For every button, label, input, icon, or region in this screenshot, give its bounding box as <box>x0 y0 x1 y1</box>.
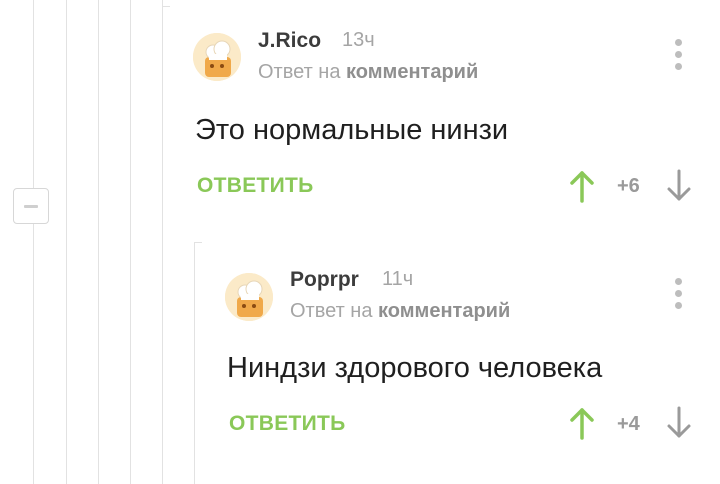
arrow-down-icon[interactable] <box>666 406 692 440</box>
comment-time[interactable]: 13ч <box>342 29 375 52</box>
chef-avatar-icon <box>193 33 241 81</box>
reply-to-link[interactable]: комментарий <box>346 61 478 83</box>
arrow-down-icon[interactable] <box>666 169 692 203</box>
reply-button[interactable]: ОТВЕТИТЬ <box>229 412 346 436</box>
more-vertical-icon[interactable] <box>669 278 689 312</box>
comment-text: Ниндзи здорового человека <box>227 352 603 384</box>
author-name[interactable]: J.Rico <box>258 29 321 53</box>
comment-thread: J.Rico 13ч Ответ на комментарий Это норм… <box>0 0 720 484</box>
reply-to-link[interactable]: комментарий <box>378 300 510 322</box>
reply-to: Ответ на комментарий <box>258 61 478 84</box>
arrow-up-icon[interactable] <box>569 406 595 440</box>
chef-avatar-icon <box>225 273 273 321</box>
reply-button[interactable]: ОТВЕТИТЬ <box>197 174 314 198</box>
reply-to-prefix: Ответ на <box>258 61 341 83</box>
arrow-up-icon[interactable] <box>569 169 595 203</box>
comment: Poprpr 11ч Ответ на комментарий Ниндзи з… <box>0 242 720 484</box>
rating-value: +4 <box>617 413 640 435</box>
comment-time[interactable]: 11ч <box>382 268 413 291</box>
author-name[interactable]: Poprpr <box>290 268 359 292</box>
rating-value: +6 <box>617 175 640 197</box>
avatar[interactable] <box>225 273 273 321</box>
more-vertical-icon[interactable] <box>669 39 689 73</box>
avatar[interactable] <box>193 33 241 81</box>
reply-to: Ответ на комментарий <box>290 300 510 323</box>
reply-to-prefix: Ответ на <box>290 300 373 322</box>
comment-text: Это нормальные нинзи <box>195 114 509 146</box>
comment: J.Rico 13ч Ответ на комментарий Это норм… <box>0 0 720 242</box>
